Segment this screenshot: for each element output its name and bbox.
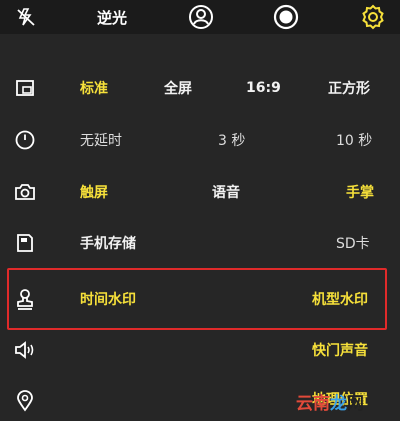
timer-icon	[14, 129, 36, 151]
capture-voice-option[interactable]: 语音	[212, 182, 240, 202]
watermark-char-2: 南	[313, 393, 330, 414]
watermark-time-option[interactable]: 时间水印	[80, 289, 136, 309]
capture-palm-option[interactable]: 手掌	[346, 182, 374, 202]
ratio-16-9-option[interactable]: 16:9	[246, 80, 281, 96]
record-circle-icon[interactable]	[269, 0, 303, 34]
storage-phone-option[interactable]: 手机存储	[80, 233, 136, 253]
stamp-icon	[14, 288, 36, 310]
watermark-char-4: 网	[347, 393, 364, 414]
sound-row: 快门声音	[0, 332, 400, 368]
storage-row: 手机存储 SD卡	[0, 225, 400, 261]
watermark-model-option[interactable]: 机型水印	[312, 289, 368, 309]
ratio-fullscreen-option[interactable]: 全屏	[164, 78, 192, 98]
watermark-row: 时间水印 机型水印	[0, 281, 400, 317]
person-circle-icon[interactable]	[184, 0, 218, 34]
speaker-icon	[14, 339, 36, 361]
watermark-char-1: 云	[296, 393, 313, 414]
flash-off-icon[interactable]	[8, 0, 44, 34]
storage-icon	[14, 232, 36, 254]
timer-none-option[interactable]: 无延时	[80, 130, 122, 150]
top-toolbar: 逆光	[0, 0, 400, 34]
ratio-square-option[interactable]: 正方形	[328, 78, 370, 98]
timer-10s-option[interactable]: 10 秒	[336, 130, 372, 150]
backlight-button[interactable]: 逆光	[86, 0, 138, 34]
capture-touch-option[interactable]: 触屏	[80, 182, 108, 202]
watermark-char-3: 龙	[330, 393, 347, 414]
timer-3s-option[interactable]: 3 秒	[218, 130, 245, 150]
capture-row: 触屏 语音 手掌	[0, 174, 400, 210]
camera-icon	[14, 181, 36, 203]
gear-icon[interactable]	[356, 0, 390, 34]
shutter-sound-toggle[interactable]: 快门声音	[312, 340, 368, 360]
timer-row: 无延时 3 秒 10 秒	[0, 122, 400, 158]
location-pin-icon	[14, 390, 36, 412]
ratio-standard-option[interactable]: 标准	[80, 78, 108, 98]
storage-sd-option[interactable]: SD卡	[336, 233, 370, 253]
site-watermark-logo: 云 南 龙 网	[296, 386, 396, 416]
aspect-ratio-icon	[14, 77, 36, 99]
ratio-row: 标准 全屏 16:9 正方形	[0, 70, 400, 106]
